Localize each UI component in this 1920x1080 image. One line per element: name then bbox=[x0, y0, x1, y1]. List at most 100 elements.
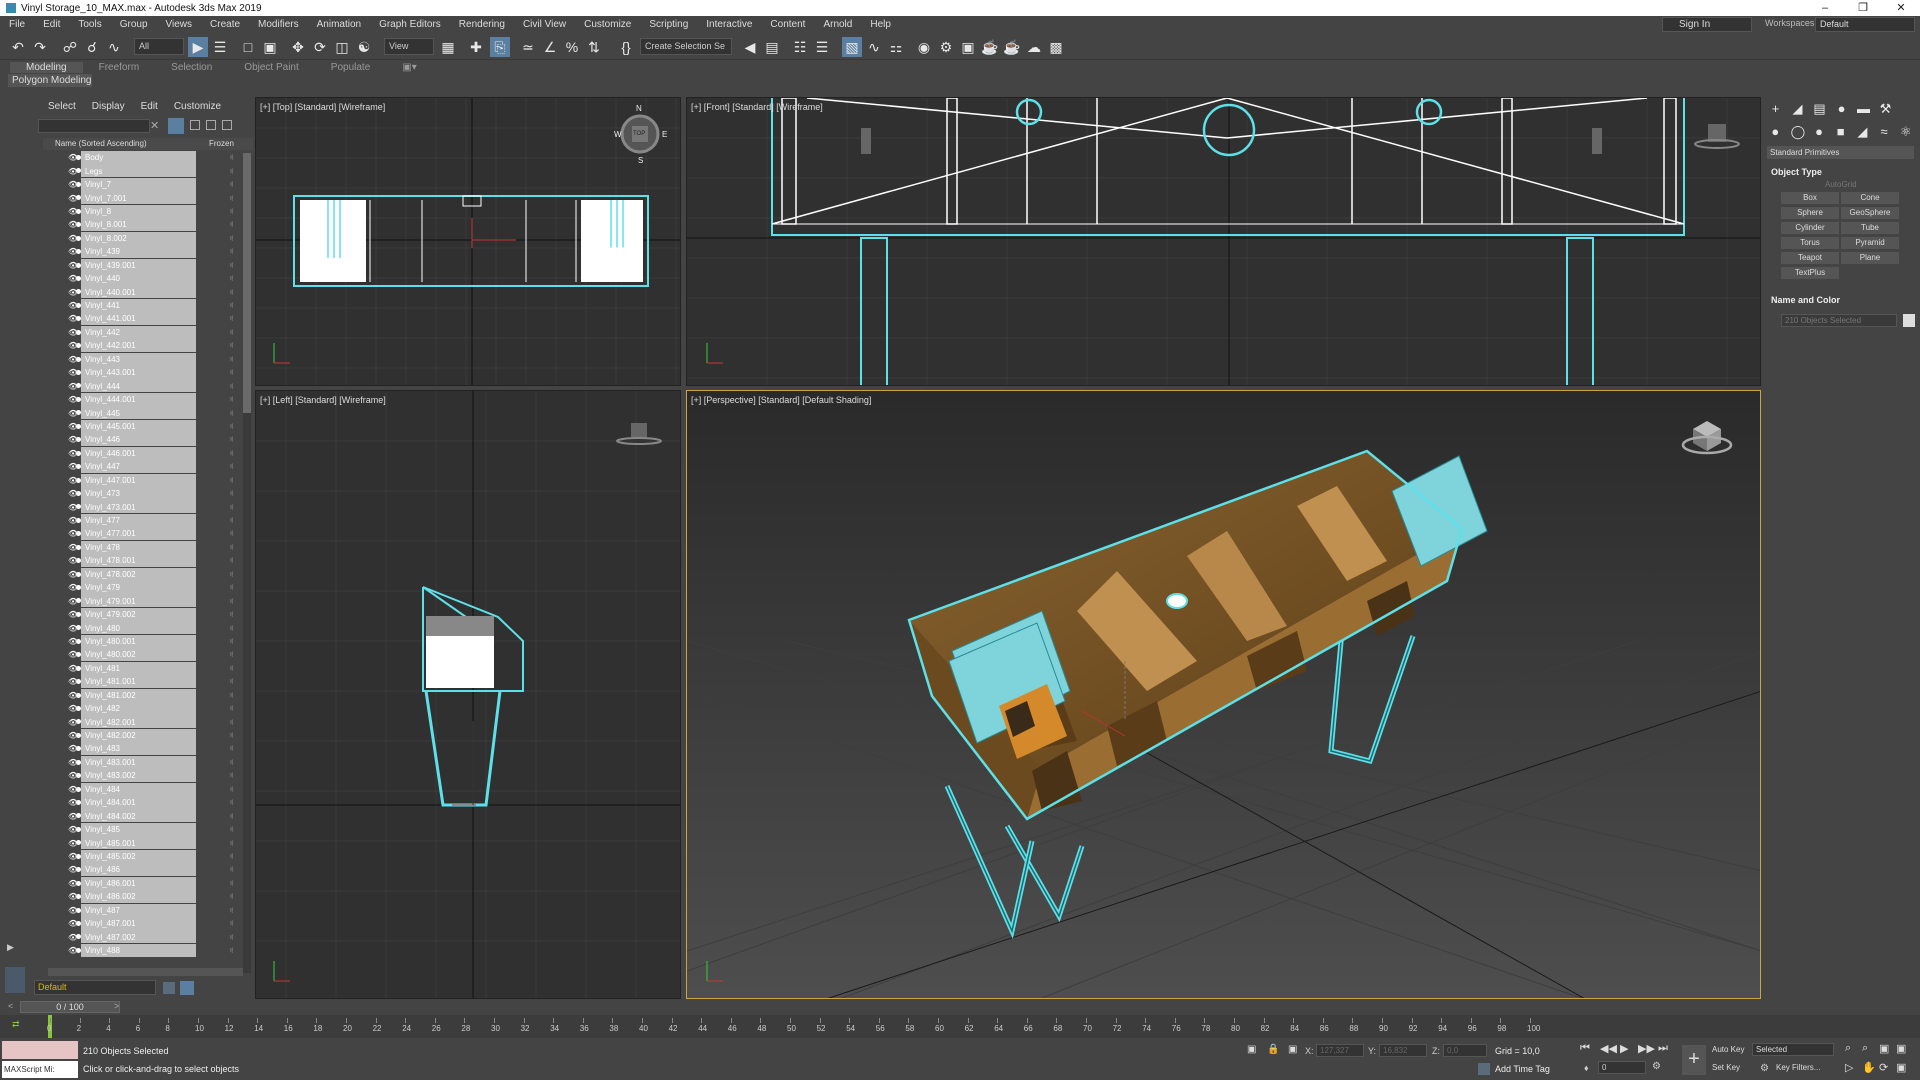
time-slider[interactable]: 0 / 100 bbox=[20, 1001, 120, 1013]
key-filter-icon[interactable]: ⚙ bbox=[1760, 1063, 1769, 1074]
list-item[interactable]: 👁 Vinyl_440 ❄ bbox=[43, 271, 233, 285]
pivot-center-icon[interactable]: ▦ bbox=[438, 37, 458, 57]
spinner-snap-icon[interactable]: ⇅ bbox=[584, 37, 604, 57]
list-item[interactable]: 👁 Vinyl_442.001 ❄ bbox=[43, 339, 233, 353]
list-item[interactable]: 👁 Vinyl_444.001 ❄ bbox=[43, 392, 233, 406]
frozen-icon[interactable]: ❄ bbox=[229, 890, 233, 903]
frozen-icon[interactable]: ❄ bbox=[229, 299, 233, 312]
y-coord-field[interactable]: 16,832 bbox=[1379, 1044, 1427, 1057]
systems-icon[interactable]: ⚛ bbox=[1899, 125, 1912, 138]
teapot-button[interactable]: Teapot bbox=[1781, 252, 1839, 264]
list-item[interactable]: 👁 Vinyl_481 ❄ bbox=[43, 661, 233, 675]
list-item[interactable]: 👁 Vinyl_482.001 ❄ bbox=[43, 715, 233, 729]
frozen-icon[interactable]: ❄ bbox=[229, 245, 233, 258]
viewport-front[interactable]: [+] [Front] [Standard] [Wireframe] bbox=[686, 97, 1761, 386]
menu-civil-view[interactable]: Civil View bbox=[514, 16, 575, 34]
isolate-icon[interactable]: ▣ bbox=[1247, 1044, 1256, 1055]
object-color-swatch[interactable] bbox=[1903, 314, 1915, 327]
frozen-icon[interactable]: ❄ bbox=[229, 662, 233, 675]
list-item[interactable]: 👁 Vinyl_441 ❄ bbox=[43, 298, 233, 312]
frozen-icon[interactable]: ❄ bbox=[229, 783, 233, 796]
box-button[interactable]: Box bbox=[1781, 192, 1839, 204]
place-icon[interactable]: ☯ bbox=[354, 37, 374, 57]
viewport-perspective[interactable]: [+] [Perspective] [Standard] [Default Sh… bbox=[686, 390, 1761, 999]
curve-editor-icon[interactable]: ∿ bbox=[864, 37, 884, 57]
helpers-icon[interactable]: ◢ bbox=[1856, 125, 1869, 138]
viewport-left[interactable]: [+] [Left] [Standard] [Wireframe] bbox=[255, 390, 681, 999]
menu-help[interactable]: Help bbox=[861, 16, 900, 34]
lights-icon[interactable]: ● bbox=[1813, 125, 1826, 138]
render-cloud-icon[interactable]: ☁ bbox=[1024, 37, 1044, 57]
list-item[interactable]: 👁 Vinyl_447 ❄ bbox=[43, 460, 233, 474]
frozen-icon[interactable]: ❄ bbox=[229, 581, 233, 594]
frozen-icon[interactable]: ❄ bbox=[229, 635, 233, 648]
list-item[interactable]: 👁 Vinyl_480.002 ❄ bbox=[43, 648, 233, 662]
col-frozen-header[interactable]: Frozen bbox=[209, 138, 234, 150]
frozen-icon[interactable]: ❄ bbox=[229, 514, 233, 527]
layer-list-icon[interactable] bbox=[163, 982, 175, 994]
restore-icon[interactable]: ❐ bbox=[1844, 0, 1882, 16]
maximize-viewport-icon[interactable]: ▣ bbox=[1896, 1061, 1906, 1074]
autogrid-checkbox[interactable]: AutoGrid bbox=[1763, 180, 1918, 189]
tab-display[interactable]: Display bbox=[84, 101, 133, 112]
tab-modeling[interactable]: Modeling bbox=[10, 62, 83, 73]
render-setup-icon[interactable]: ⚙ bbox=[936, 37, 956, 57]
list-item[interactable]: 👁 Vinyl_480.001 ❄ bbox=[43, 634, 233, 648]
list-item[interactable]: 👁 Vinyl_486.002 ❄ bbox=[43, 890, 233, 904]
maxscript-listener[interactable] bbox=[2, 1041, 78, 1059]
list-item[interactable]: 👁 Vinyl_484 ❄ bbox=[43, 782, 233, 796]
frozen-icon[interactable]: ❄ bbox=[229, 810, 233, 823]
frozen-icon[interactable]: ❄ bbox=[229, 716, 233, 729]
select-manipulate-icon[interactable]: ✚ bbox=[466, 37, 486, 57]
frozen-icon[interactable]: ❄ bbox=[229, 205, 233, 218]
frozen-icon[interactable]: ❄ bbox=[229, 944, 233, 957]
frozen-icon[interactable]: ❄ bbox=[229, 904, 233, 917]
x-coord-field[interactable]: 127,327 bbox=[1316, 1044, 1364, 1057]
set-key-button[interactable]: Set Key bbox=[1712, 1063, 1740, 1072]
expand-arrow-icon[interactable]: ▶ bbox=[7, 942, 14, 953]
menu-file[interactable]: File bbox=[0, 16, 34, 34]
list-item[interactable]: 👁 Vinyl_483.001 ❄ bbox=[43, 755, 233, 769]
list-item[interactable]: 👁 Vinyl_445.001 ❄ bbox=[43, 419, 233, 433]
list-item[interactable]: 👁 Body ❄ bbox=[43, 151, 233, 164]
viewport-label[interactable]: [+] [Top] [Standard] [Wireframe] bbox=[260, 102, 385, 112]
list-item[interactable]: 👁 Vinyl_8.002 ❄ bbox=[43, 231, 233, 245]
frozen-icon[interactable]: ❄ bbox=[229, 286, 233, 299]
frozen-icon[interactable]: ❄ bbox=[229, 501, 233, 514]
list-item[interactable]: 👁 Vinyl_446 ❄ bbox=[43, 433, 233, 447]
list-item[interactable]: 👁 Vinyl_439.001 ❄ bbox=[43, 258, 233, 272]
pan-icon[interactable]: ✋ bbox=[1862, 1061, 1876, 1074]
selection-filter-dropdown[interactable]: All bbox=[134, 38, 184, 55]
modify-tab-icon[interactable]: ◢ bbox=[1791, 102, 1804, 115]
fov-icon[interactable]: ▷ bbox=[1845, 1061, 1853, 1074]
sign-in-dropdown[interactable]: Sign In bbox=[1662, 17, 1752, 32]
tab-edit[interactable]: Edit bbox=[133, 101, 166, 112]
frozen-icon[interactable]: ❄ bbox=[229, 178, 233, 191]
create-tab-icon[interactable]: + bbox=[1769, 102, 1782, 115]
undo-icon[interactable]: ↶ bbox=[8, 37, 28, 57]
list-item[interactable]: 👁 Vinyl_486.001 ❄ bbox=[43, 876, 233, 890]
frozen-icon[interactable]: ❄ bbox=[229, 218, 233, 231]
bind-spacewarp-icon[interactable]: ∿ bbox=[104, 37, 124, 57]
list-item[interactable]: 👁 Vinyl_477.001 ❄ bbox=[43, 527, 233, 541]
menu-scripting[interactable]: Scripting bbox=[640, 16, 697, 34]
frozen-icon[interactable]: ❄ bbox=[229, 541, 233, 554]
tab-customize[interactable]: Customize bbox=[166, 101, 229, 112]
render-production-icon[interactable]: ☕ bbox=[980, 37, 1000, 57]
menu-group[interactable]: Group bbox=[111, 16, 157, 34]
list-item[interactable]: 👁 Vinyl_7 ❄ bbox=[43, 177, 233, 191]
goto-end-icon[interactable]: ⏭ bbox=[1658, 1042, 1668, 1055]
list-item[interactable]: 👁 Vinyl_8.001 ❄ bbox=[43, 218, 233, 232]
col-name-header[interactable]: Name (Sorted Ascending) bbox=[55, 138, 147, 150]
window-crossing-icon[interactable]: ▣ bbox=[260, 37, 280, 57]
redo-icon[interactable]: ↷ bbox=[30, 37, 50, 57]
menu-animation[interactable]: Animation bbox=[308, 16, 370, 34]
menu-edit[interactable]: Edit bbox=[34, 16, 69, 34]
frozen-icon[interactable]: ❄ bbox=[229, 353, 233, 366]
viewport-label[interactable]: [+] [Perspective] [Standard] [Default Sh… bbox=[691, 395, 871, 405]
list-item[interactable]: 👁 Vinyl_478.002 ❄ bbox=[43, 567, 233, 581]
current-frame-field[interactable]: 0 bbox=[1598, 1061, 1646, 1074]
layer-sort-icon[interactable] bbox=[222, 120, 232, 130]
list-item[interactable]: 👁 Vinyl_482 ❄ bbox=[43, 701, 233, 715]
list-item[interactable]: 👁 Vinyl_479.001 ❄ bbox=[43, 594, 233, 608]
